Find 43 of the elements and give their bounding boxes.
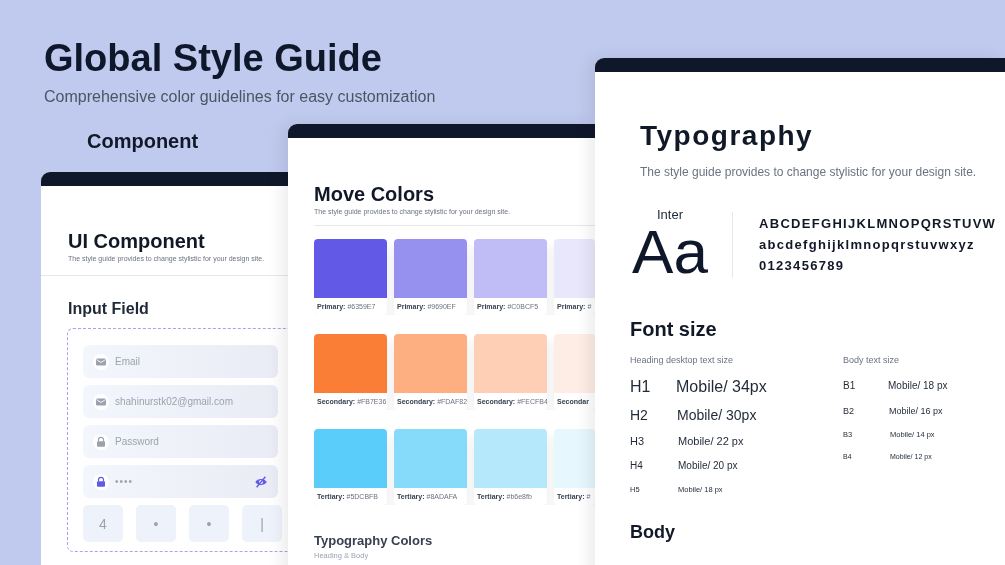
card-title: UI Component [68, 229, 206, 253]
lock-icon [93, 433, 109, 450]
section-title: Typography Colors [314, 533, 434, 548]
font-name: Inter [657, 207, 683, 222]
size-tag: H1 [630, 378, 676, 396]
size-value: Mobile/ 30px [677, 407, 757, 423]
size-tag: B1 [843, 380, 888, 391]
otp-field[interactable]: • [136, 505, 176, 542]
card-title: Typography [640, 119, 815, 153]
size-tag: H4 [630, 459, 678, 471]
card-subtitle: The style guide provides to change stylistic for your design site. [640, 165, 978, 179]
section-title: Input Field [68, 300, 150, 318]
character-set: ABCDEFGHIJKLMNOPQRSTUVW [759, 216, 997, 231]
page-title: Global Style Guide [44, 36, 383, 80]
section-label: Component [87, 130, 199, 153]
size-value: Mobile/ 22 px [678, 435, 744, 447]
section-title: Font size [630, 318, 718, 341]
eye-slash-icon[interactable] [254, 474, 268, 489]
size-tag: H3 [630, 435, 678, 447]
mail-icon [93, 393, 109, 410]
lock-icon [93, 473, 109, 490]
size-value: Mobile/ 20 px [678, 459, 738, 471]
character-set: abcdefghijklmnopqrstuvwxyz [759, 237, 976, 252]
email-field[interactable]: Email [83, 345, 278, 378]
size-tag: H2 [630, 407, 677, 423]
page-subtitle: Comprehensive color guidelines for easy customization [44, 88, 436, 106]
otp-field[interactable]: 4 [83, 505, 123, 542]
character-set: 0123456789 [759, 258, 846, 273]
size-tag: B2 [843, 405, 889, 416]
password-field[interactable]: •••• [83, 465, 278, 498]
size-value: Mobile/ 16 px [889, 405, 943, 416]
otp-field[interactable]: • [189, 505, 229, 542]
mail-icon [93, 353, 109, 370]
font-sample: Aa [632, 222, 708, 282]
column-label: Body text size [843, 355, 901, 365]
email-field[interactable]: shahinurstk02@gmail.com [83, 385, 278, 418]
section-title: Body [630, 523, 676, 541]
card-title: Move Colors [314, 182, 436, 206]
size-value: Mobile/ 18 px [888, 380, 948, 391]
size-value: Mobile/ 34px [676, 378, 767, 396]
column-label: Heading desktop text size [630, 355, 735, 365]
otp-field[interactable]: | [242, 505, 282, 542]
password-field[interactable]: Password [83, 425, 278, 458]
